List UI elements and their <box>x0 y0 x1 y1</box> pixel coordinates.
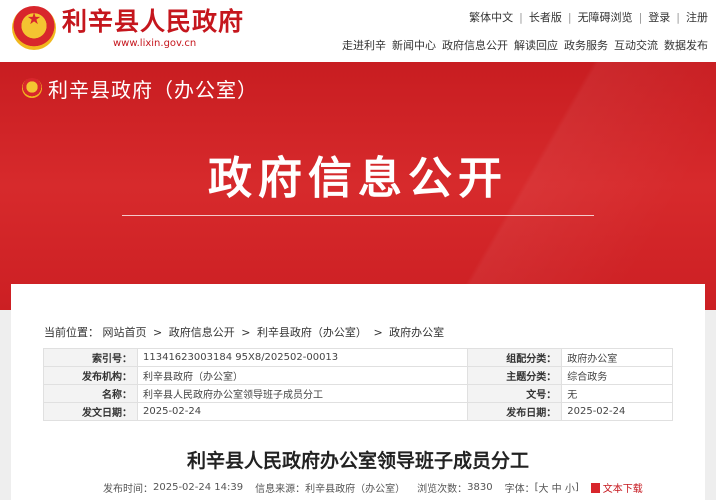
source-value: 利辛县政府（办公室） <box>305 484 406 495</box>
nav-item-interpretation[interactable]: 解读回应 <box>514 37 558 53</box>
meta-value: 利辛县人民政府办公室领导班子成员分工 <box>136 384 469 403</box>
breadcrumb-separator: > <box>241 326 251 339</box>
meta-value: 利辛县政府（办公室） <box>136 366 469 385</box>
table-row: 名称： 利辛县人民政府办公室领导班子成员分工 文号： 无 <box>43 384 673 403</box>
meta-value: 2025-02-24 <box>136 402 469 421</box>
meta-value: 政府办公室 <box>561 348 673 367</box>
top-links: 繁体中文 | 长者版 | 无障碍浏览 | 登录 | 注册 <box>469 9 708 25</box>
banner: 利辛县政府（办公室） 政府信息公开 <box>0 62 716 310</box>
breadcrumb-gov-office[interactable]: 政府办公室 <box>389 326 444 339</box>
text-download-link[interactable]: 文本下载 <box>603 480 643 495</box>
nav-item-interaction[interactable]: 互动交流 <box>614 37 658 53</box>
link-elder-version[interactable]: 长者版 <box>529 9 562 25</box>
published-label: 发布时间： <box>103 484 153 495</box>
meta-label: 组配分类： <box>467 348 563 367</box>
link-traditional-chinese[interactable]: 繁体中文 <box>469 9 513 25</box>
font-label: 字体： <box>504 484 535 495</box>
breadcrumb-gov-info[interactable]: 政府信息公开 <box>169 326 235 339</box>
meta-label: 发布机构： <box>43 366 138 385</box>
link-separator: | <box>676 10 680 24</box>
article-meta: 发布时间： 2025-02-24 14:39 信息来源： 利辛县政府（办公室） … <box>103 480 643 495</box>
breadcrumb-separator: > <box>373 326 383 339</box>
table-row: 索引号： 11341623003184 95X8/202502-00013 组配… <box>43 348 673 367</box>
emblem-icon <box>22 78 42 98</box>
source-label: 信息来源： <box>255 484 306 495</box>
nav-item-gov-info[interactable]: 政府信息公开 <box>442 37 508 53</box>
published-value: 2025-02-24 14:39 <box>153 482 244 493</box>
document-icon <box>590 482 600 493</box>
main-nav: 走进利辛 新闻中心 政府信息公开 解读回应 政务服务 互动交流 数据发布 <box>336 37 708 53</box>
meta-label: 发布日期： <box>467 402 563 421</box>
meta-value: 无 <box>561 384 673 403</box>
breadcrumb-county-gov[interactable]: 利辛县政府（办公室） <box>257 326 367 339</box>
table-row: 发文日期： 2025-02-24 发布日期： 2025-02-24 <box>43 402 673 421</box>
link-separator: | <box>638 10 643 24</box>
font-bracket: ] <box>574 482 579 493</box>
nav-item-services[interactable]: 政务服务 <box>564 37 608 53</box>
info-meta-table: 索引号： 11341623003184 95X8/202502-00013 组配… <box>43 348 673 421</box>
banner-title: 政府信息公开 <box>208 153 508 204</box>
national-emblem-icon[interactable]: ★ <box>12 6 56 50</box>
article-title: 利辛县人民政府办公室领导班子成员分工 <box>186 450 529 472</box>
nav-item-news[interactable]: 新闻中心 <box>392 37 436 53</box>
meta-label: 名称： <box>43 384 138 403</box>
content-panel: 当前位置： 网站首页 > 政府信息公开 > 利辛县政府（办公室） > 政府办公室… <box>11 284 705 500</box>
link-login[interactable]: 登录 <box>648 9 670 25</box>
site-header: ★ 利辛县人民政府 www.lixin.gov.cn 繁体中文 | 长者版 | … <box>0 0 716 62</box>
meta-value: 综合政务 <box>561 366 673 385</box>
nav-item-about[interactable]: 走进利辛 <box>342 37 386 53</box>
link-separator: | <box>567 10 572 24</box>
site-title[interactable]: 利辛县人民政府 <box>62 7 244 37</box>
meta-label: 文号： <box>467 384 563 403</box>
nav-item-data[interactable]: 数据发布 <box>664 37 708 53</box>
link-register[interactable]: 注册 <box>686 9 708 25</box>
breadcrumb-prefix: 当前位置： <box>44 326 99 339</box>
link-separator: | <box>519 10 523 24</box>
meta-label: 发文日期： <box>43 402 138 421</box>
site-url: www.lixin.gov.cn <box>113 38 197 49</box>
table-row: 发布机构： 利辛县政府（办公室） 主题分类： 综合政务 <box>43 366 673 385</box>
breadcrumb-home[interactable]: 网站首页 <box>103 326 147 339</box>
banner-divider <box>122 215 594 216</box>
link-accessibility[interactable]: 无障碍浏览 <box>578 9 633 25</box>
font-size-large[interactable]: 大 <box>538 480 548 495</box>
views-label: 浏览次数： <box>417 484 468 495</box>
breadcrumb-separator: > <box>153 326 163 339</box>
meta-label: 主题分类： <box>467 366 563 385</box>
views-value: 3830 <box>467 482 493 493</box>
breadcrumb: 当前位置： 网站首页 > 政府信息公开 > 利辛县政府（办公室） > 政府办公室 <box>44 324 444 340</box>
font-size-medium[interactable]: 中 <box>552 480 562 495</box>
font-size-small[interactable]: 小 <box>565 480 575 495</box>
meta-value: 2025-02-24 <box>561 402 673 421</box>
banner-org-name: 利辛县政府（办公室） <box>48 78 258 102</box>
meta-value: 11341623003184 95X8/202502-00013 <box>136 348 469 367</box>
meta-label: 索引号： <box>43 348 138 367</box>
